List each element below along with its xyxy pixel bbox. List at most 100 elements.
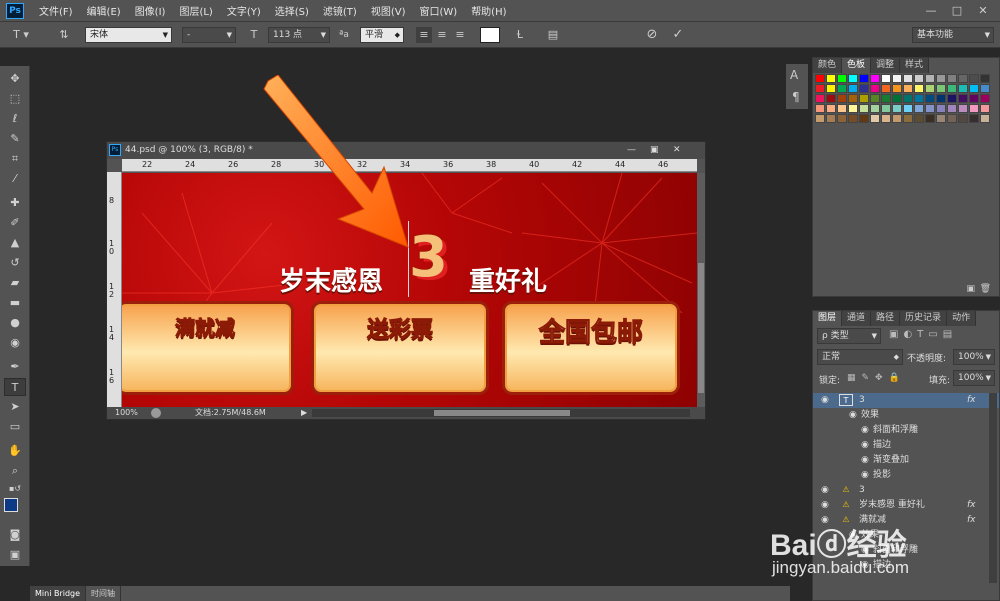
color-swatch[interactable]	[837, 104, 847, 113]
gradient-tool-icon[interactable]: ▬	[4, 294, 26, 312]
color-swatch[interactable]	[925, 114, 935, 123]
tab-color[interactable]: 颜色	[813, 58, 843, 73]
font-style-select[interactable]: - ▼	[182, 27, 236, 43]
color-swatch[interactable]	[848, 114, 858, 123]
lasso-tool-icon[interactable]: ℓ	[4, 110, 26, 128]
color-swatch[interactable]	[936, 84, 946, 93]
visibility-eye-icon[interactable]: ◉	[861, 468, 869, 483]
color-swatch[interactable]	[881, 84, 891, 93]
menu-file[interactable]: 文件(F)	[32, 3, 80, 18]
dodge-tool-icon[interactable]: ◉	[4, 334, 26, 352]
color-swatch[interactable]	[980, 74, 990, 83]
color-swatch[interactable]	[969, 84, 979, 93]
menu-view[interactable]: 视图(V)	[364, 3, 413, 18]
color-swatch[interactable]	[958, 74, 968, 83]
menu-edit[interactable]: 编辑(E)	[80, 3, 128, 18]
screen-mode-icon[interactable]: ▣	[4, 546, 26, 564]
color-swatch[interactable]	[903, 84, 913, 93]
delete-swatch-icon[interactable]: 🗑	[980, 284, 991, 294]
menu-image[interactable]: 图像(I)	[128, 3, 173, 18]
color-swatch[interactable]	[947, 84, 957, 93]
color-swatch[interactable]	[870, 74, 880, 83]
visibility-eye-icon[interactable]: ◉	[849, 408, 857, 423]
color-swatch[interactable]	[870, 104, 880, 113]
zoom-tool-icon[interactable]: ⌕	[4, 462, 26, 480]
eyedropper-tool-icon[interactable]: ⁄	[4, 170, 26, 188]
commit-edits-icon[interactable]: ✓	[669, 27, 687, 43]
color-swatch[interactable]	[969, 94, 979, 103]
tab-adjustments[interactable]: 调整	[871, 58, 901, 73]
layer-effect-row[interactable]: ◉ 效果	[813, 408, 999, 423]
layer-filter-select[interactable]: ρ 类型 ▼	[817, 328, 881, 344]
color-swatch[interactable]	[980, 94, 990, 103]
color-swatch[interactable]	[980, 104, 990, 113]
antialias-select[interactable]: 平滑 ◆	[360, 27, 404, 43]
color-swatch[interactable]	[936, 114, 946, 123]
layer-row[interactable]: ◉ ⚠ 岁末感恩 重好礼 fx	[813, 498, 999, 513]
color-swatch[interactable]	[925, 104, 935, 113]
color-swatch[interactable]	[881, 114, 891, 123]
scroll-thumb[interactable]	[698, 263, 704, 393]
color-swatch[interactable]	[892, 104, 902, 113]
layer-effect-row[interactable]: ◉ 投影	[813, 468, 999, 483]
color-swatch[interactable]	[914, 114, 924, 123]
color-swatch[interactable]	[914, 104, 924, 113]
opacity-field[interactable]: 100% ▼	[953, 349, 995, 365]
color-swatch[interactable]	[936, 74, 946, 83]
color-swatch[interactable]	[892, 94, 902, 103]
layer-fx-icon[interactable]: fx	[967, 498, 976, 513]
color-swatch[interactable]	[980, 84, 990, 93]
doc-maximize-button[interactable]: ▣	[650, 142, 659, 159]
paragraph-panel-icon[interactable]: ¶	[792, 90, 800, 104]
color-swatch[interactable]	[837, 74, 847, 83]
color-swatch[interactable]	[903, 104, 913, 113]
path-select-tool-icon[interactable]: ➤	[4, 398, 26, 416]
type-tool-icon[interactable]: T	[4, 378, 26, 396]
color-swatch[interactable]	[826, 104, 836, 113]
default-colors-icon[interactable]: ▪↺	[4, 480, 26, 498]
layer-filter-icons[interactable]: ▣◐T▭▤	[889, 329, 957, 340]
tab-swatches[interactable]: 色板	[842, 58, 872, 73]
color-swatch[interactable]	[837, 94, 847, 103]
vertical-ruler[interactable]: 8 10 12 14 16	[107, 172, 122, 407]
tab-layers[interactable]: 图层	[813, 311, 843, 326]
layer-row[interactable]: ◉ ⚠ 3	[813, 483, 999, 498]
tab-history[interactable]: 历史记录	[900, 311, 948, 326]
layer-effect-row[interactable]: ◉ 斜面和浮雕	[813, 423, 999, 438]
hand-tool-icon[interactable]: ✋	[4, 442, 26, 460]
clone-stamp-tool-icon[interactable]: ▲	[4, 234, 26, 252]
color-swatch[interactable]	[947, 74, 957, 83]
quick-mask-icon[interactable]: ◙	[4, 526, 26, 544]
crop-tool-icon[interactable]: ⌗	[4, 150, 26, 168]
layer-row[interactable]: ◉ T 3 fx	[813, 393, 999, 408]
color-swatch[interactable]	[837, 84, 847, 93]
visibility-eye-icon[interactable]: ◉	[821, 498, 829, 513]
color-swatch[interactable]	[826, 84, 836, 93]
scroll-thumb[interactable]	[434, 410, 570, 416]
cancel-edits-icon[interactable]: ⊘	[643, 27, 661, 43]
minimize-button[interactable]: —	[920, 3, 942, 18]
doc-close-button[interactable]: ✕	[673, 142, 681, 159]
color-swatch[interactable]	[903, 94, 913, 103]
color-swatch[interactable]	[914, 84, 924, 93]
color-swatch[interactable]	[815, 74, 825, 83]
color-swatch[interactable]	[936, 94, 946, 103]
layer-fx-icon[interactable]: fx	[967, 393, 976, 408]
color-swatch[interactable]	[859, 74, 869, 83]
font-family-select[interactable]: 宋体 ▼	[85, 27, 172, 43]
color-swatch[interactable]	[815, 84, 825, 93]
blur-tool-icon[interactable]: ●	[4, 314, 26, 332]
tab-paths[interactable]: 路径	[871, 311, 901, 326]
pen-tool-icon[interactable]: ✒	[4, 358, 26, 376]
maximize-button[interactable]: □	[946, 3, 968, 18]
color-swatch[interactable]	[881, 104, 891, 113]
color-swatch[interactable]	[870, 114, 880, 123]
tab-mini-bridge[interactable]: Mini Bridge	[30, 586, 87, 601]
color-swatch[interactable]	[848, 84, 858, 93]
visibility-eye-icon[interactable]: ◉	[821, 483, 829, 498]
color-swatch[interactable]	[859, 84, 869, 93]
fill-field[interactable]: 100% ▼	[953, 370, 995, 386]
color-swatch[interactable]	[936, 104, 946, 113]
color-swatch[interactable]	[903, 74, 913, 83]
menu-help[interactable]: 帮助(H)	[464, 3, 513, 18]
